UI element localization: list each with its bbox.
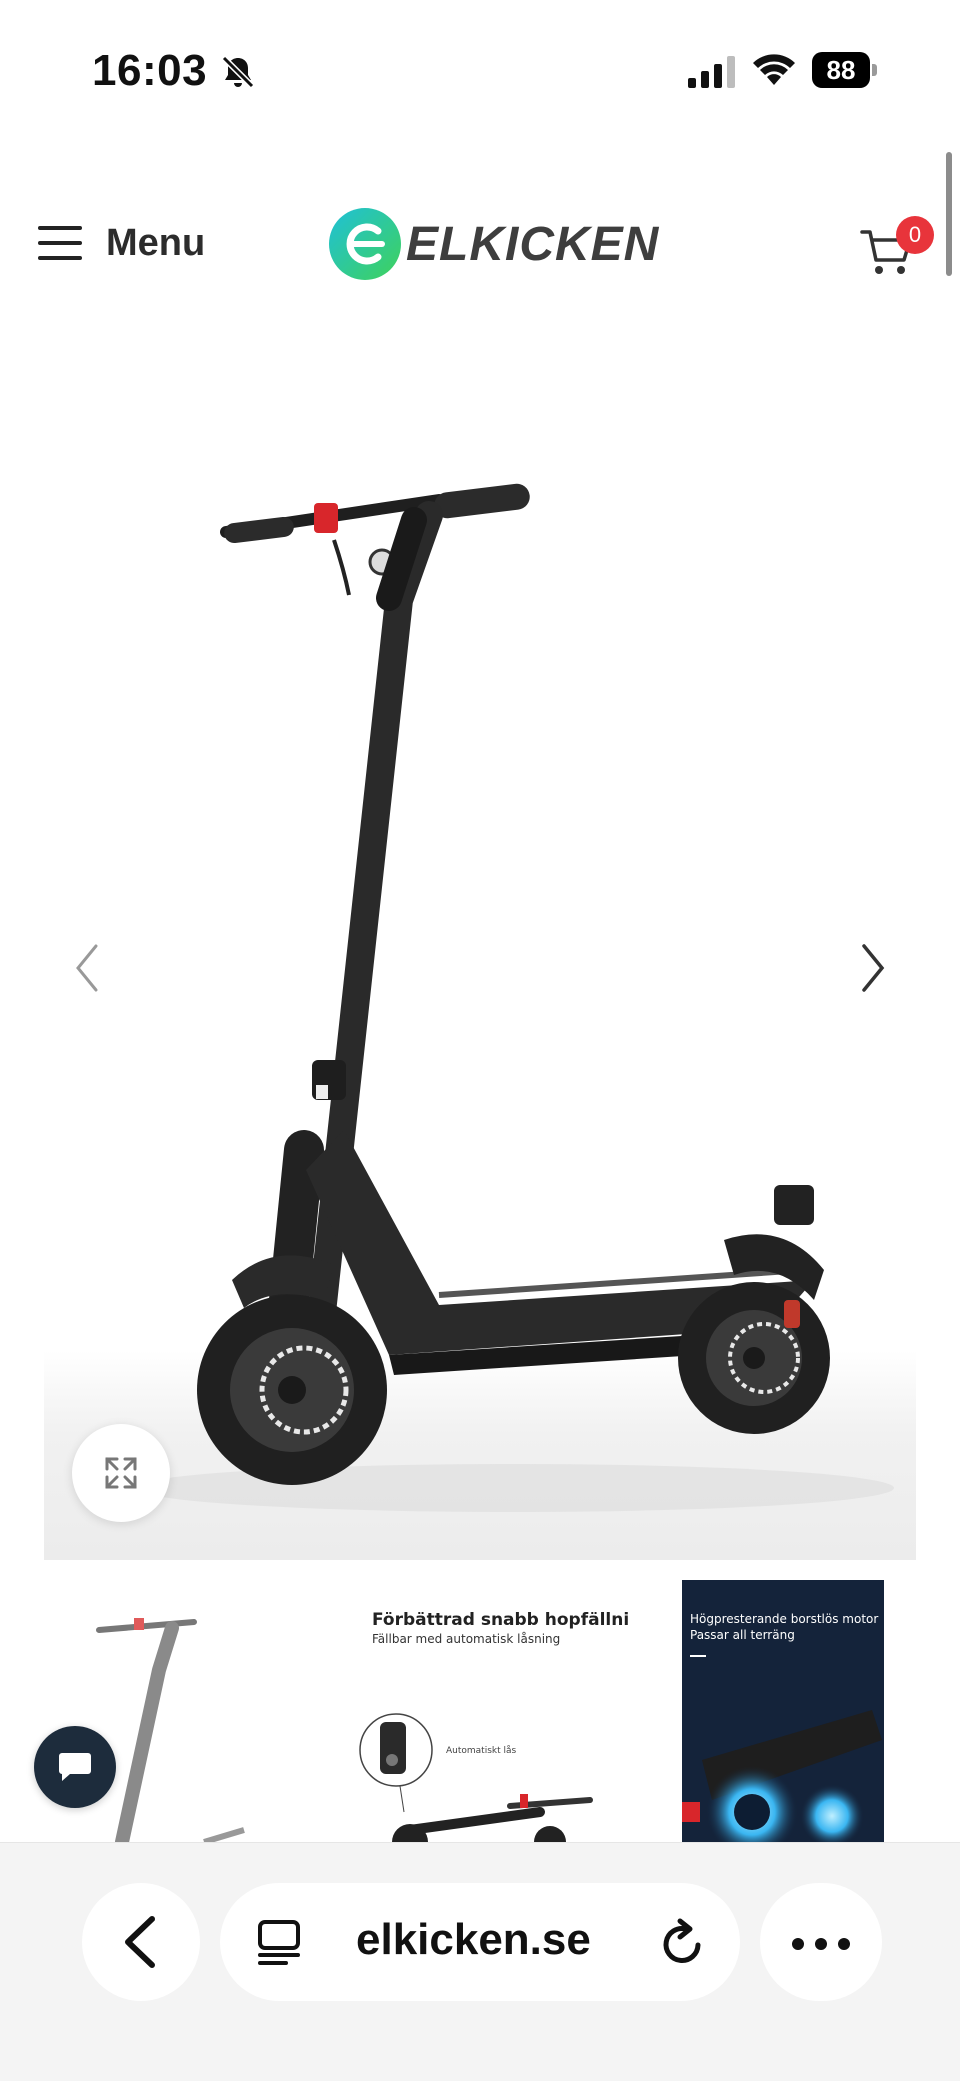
menu-label: Menu [106,221,206,264]
scooter-folding-image [359,1713,593,1842]
thumbnail-2[interactable]: Förbättrad snabb hopfällning Fällbar med… [340,1580,630,1842]
gallery-thumbnails: Förbättrad snabb hopfällning Fällbar med… [0,1580,960,1842]
expand-arrows-icon [105,1457,137,1489]
menu-button[interactable]: Menu [38,218,205,268]
thumbnail-3-title: Högpresterande borstlös motor [690,1612,879,1626]
hamburger-icon [38,226,82,260]
more-dots-icon [815,1938,827,1950]
scroll-indicator [946,152,952,276]
battery-icon: 88 [812,52,877,88]
browser-back-button[interactable] [82,1883,200,2001]
reload-icon[interactable] [658,1917,706,1967]
gallery-expand-button[interactable] [72,1424,170,1522]
more-dots-icon [838,1938,850,1950]
bell-slash-icon [221,55,255,89]
thumbnail-3-subtitle: Passar all terräng [690,1628,795,1642]
address-bar[interactable]: elkicken.se [220,1883,740,2001]
gallery-prev-arrow[interactable] [56,928,116,1008]
chevron-right-icon [862,944,885,992]
product-gallery[interactable] [44,340,916,1560]
status-time: 16:03 [92,46,208,95]
battery-tip [872,64,877,76]
wifi-icon [753,54,795,85]
more-dots-icon [792,1938,804,1950]
logo-text: ELKICKEN [406,217,660,271]
battery-level: 88 [812,52,870,88]
reader-mode-icon[interactable] [256,1919,302,1965]
chat-bubble-icon [59,1753,91,1781]
site-header: Menu ELKICKEN 0 [0,180,960,300]
logo-mark-icon [329,208,401,280]
scooter-image [134,483,894,1512]
cellular-signal-icon [688,56,735,88]
url-text: elkicken.se [356,1915,591,1964]
more-options-button[interactable] [760,1883,882,2001]
thumbnail-3[interactable]: Högpresterande borstlös motor Passar all… [682,1580,884,1842]
gallery-next-arrow[interactable] [844,928,904,1008]
cart-count-badge: 0 [896,216,934,254]
chat-button[interactable] [34,1726,116,1808]
cart-button[interactable]: 0 [858,216,938,282]
site-logo[interactable]: ELKICKEN [328,204,659,284]
status-bar: 16:03 88 [0,0,960,140]
chevron-left-icon [76,944,98,992]
thumbnail-2-callout: Automatiskt lås [446,1746,517,1756]
back-chevron-icon [125,1916,155,1968]
browser-toolbar: elkicken.se [0,1842,960,2081]
